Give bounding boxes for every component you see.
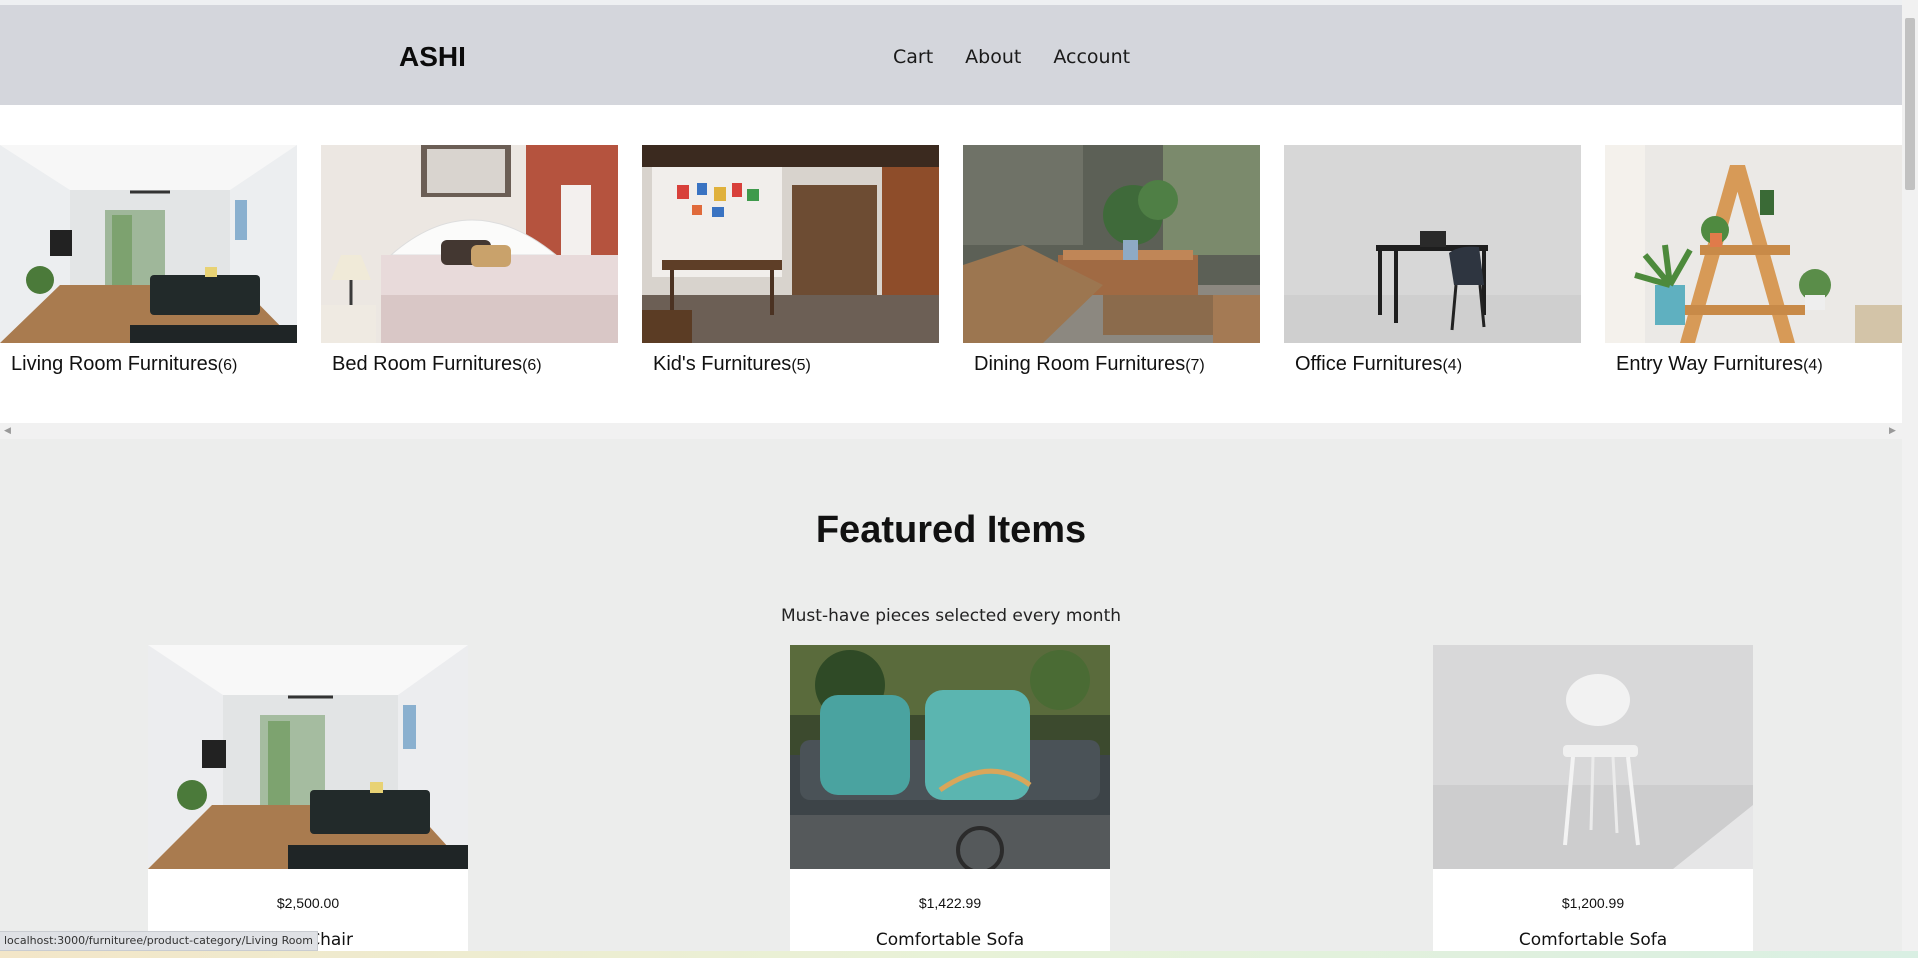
status-bar-url: localhost:3000/furnituree/product-catego… (0, 931, 318, 951)
featured-subtitle: Must-have pieces selected every month (780, 606, 1122, 626)
product-name[interactable]: Comfortable Sofa (790, 930, 1110, 950)
category-count: (4) (1442, 357, 1463, 374)
nav-about-link[interactable]: About (965, 46, 1021, 68)
category-image-office (1284, 145, 1581, 343)
category-count: (6) (522, 357, 542, 374)
category-label-living-room: Living Room Furnitures(6) (11, 353, 238, 375)
nav-cart-link[interactable]: Cart (893, 46, 933, 68)
category-count: (7) (1185, 357, 1205, 374)
category-card-kids[interactable]: Kid's Furnitures(5) (642, 145, 939, 376)
product-card[interactable]: $1,422.99 Comfortable Sofa (790, 645, 1110, 958)
product-price: $1,422.99 (918, 895, 982, 911)
category-card-dining[interactable]: Dining Room Furnitures(7) (963, 145, 1260, 376)
scrollbar-thumb[interactable] (1905, 18, 1915, 190)
brand-logo[interactable]: ASHI (399, 41, 466, 73)
product-price: $1,200.99 (1561, 895, 1625, 911)
product-image (148, 645, 468, 869)
category-carousel: Living Room Furnitures(6) Bed Room Furni… (0, 105, 1902, 423)
category-card-bedroom[interactable]: Bed Room Furnitures(6) (321, 145, 618, 376)
product-image (790, 645, 1110, 869)
page-vertical-scrollbar[interactable] (1902, 0, 1918, 958)
category-count: (5) (791, 357, 811, 374)
product-image (1433, 645, 1753, 869)
product-card[interactable]: $1,200.99 Comfortable Sofa (1433, 645, 1753, 958)
category-label-dining: Dining Room Furnitures(7) (974, 353, 1205, 375)
category-label-office: Office Furnitures(4) (1295, 353, 1463, 375)
product-price: $2,500.00 (276, 895, 340, 911)
product-name[interactable]: Comfortable Sofa (1433, 930, 1753, 950)
category-image-bedroom (321, 145, 618, 343)
site-header: ASHI Cart About Account (0, 5, 1902, 105)
category-image-kids (642, 145, 939, 343)
nav-account-link[interactable]: Account (1053, 46, 1130, 68)
featured-section: Featured Items Must-have pieces selected… (0, 439, 1902, 958)
category-count: (6) (217, 357, 238, 374)
product-card[interactable]: $2,500.00 Chair (148, 645, 468, 958)
category-count: (4) (1803, 357, 1823, 374)
category-label-kids: Kid's Furnitures(5) (653, 353, 811, 375)
carousel-horizontal-scrollbar[interactable]: ◀ ▶ (0, 423, 1902, 439)
featured-title: Featured Items (815, 509, 1087, 551)
main-nav: Cart About Account (893, 46, 1130, 68)
category-image-entryway (1605, 145, 1902, 343)
scroll-left-arrow-icon[interactable]: ◀ (4, 426, 11, 436)
category-label-entryway: Entry Way Furnitures(4) (1616, 353, 1823, 375)
category-track: Living Room Furnitures(6) Bed Room Furni… (0, 145, 1902, 385)
category-card-entryway[interactable]: Entry Way Furnitures(4) (1605, 145, 1902, 376)
scroll-right-arrow-icon[interactable]: ▶ (1889, 426, 1896, 436)
category-card-living-room[interactable]: Living Room Furnitures(6) (0, 145, 297, 376)
category-image-dining (963, 145, 1260, 343)
category-image-living-room (0, 145, 297, 343)
bottom-strip (0, 951, 1918, 958)
category-label-bedroom: Bed Room Furnitures(6) (332, 353, 542, 375)
category-card-office[interactable]: Office Furnitures(4) (1284, 145, 1581, 376)
